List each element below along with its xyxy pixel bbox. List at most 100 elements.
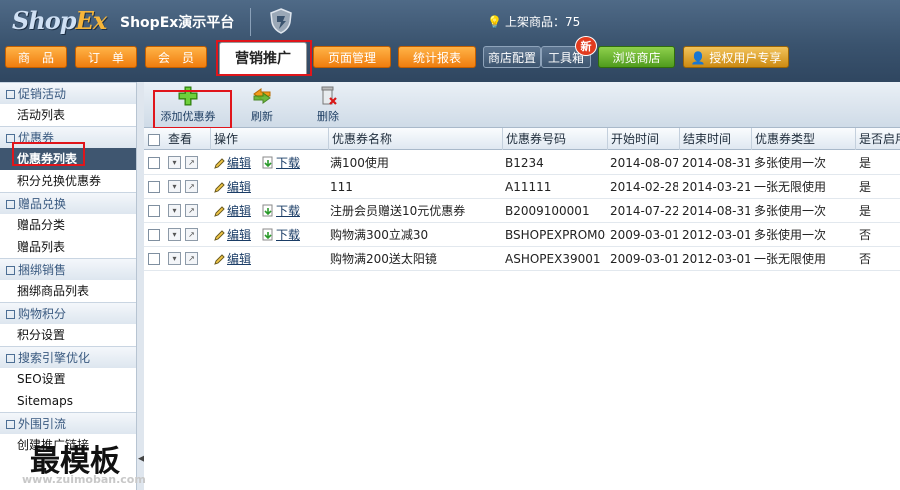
nav-browse-store[interactable]: 浏览商店: [598, 46, 675, 68]
main-panel: 添加优惠券 刷新 删除 查看 操作 优惠券名称 优惠券号码 开始时间 结束时间 …: [144, 82, 900, 490]
sidebar-group-gifts[interactable]: 赠品兑换: [0, 192, 136, 214]
expand-dropdown-icon[interactable]: ▾: [168, 204, 181, 217]
collapse-box-icon: [6, 354, 15, 363]
sidebar-item-points-coupon[interactable]: 积分兑换优惠券: [0, 170, 136, 192]
start-time: 2014-08-07: [610, 156, 678, 170]
shopex-logo[interactable]: ShopEx: [12, 6, 107, 35]
delete-icon: [321, 86, 337, 105]
coupon-code: ASHOPEX39001: [505, 252, 601, 266]
col-end-time[interactable]: 结束时间: [679, 128, 751, 150]
row-checkbox[interactable]: [148, 253, 160, 265]
sidebar-item-sitemaps[interactable]: Sitemaps: [0, 390, 136, 412]
edit-link[interactable]: 编辑: [214, 151, 251, 175]
sidebar-item-points-settings[interactable]: 积分设置: [0, 324, 136, 346]
open-window-icon[interactable]: ↗: [185, 204, 198, 217]
nav-orders[interactable]: 订 单: [75, 46, 137, 68]
sidebar-item-gift-category[interactable]: 赠品分类: [0, 214, 136, 236]
nav-products[interactable]: 商 品: [5, 46, 67, 68]
toolbar: 添加优惠券 刷新 删除: [144, 82, 900, 128]
edit-link[interactable]: 编辑: [214, 199, 251, 223]
row-checkbox[interactable]: [148, 157, 160, 169]
col-actions[interactable]: 操作: [210, 128, 328, 150]
open-window-icon[interactable]: ↗: [185, 180, 198, 193]
sidebar-group-seo[interactable]: 搜索引擎优化: [0, 346, 136, 368]
col-coupon-type[interactable]: 优惠券类型: [751, 128, 855, 150]
end-time: 2014-03-21: [682, 180, 750, 194]
row-checkbox[interactable]: [148, 229, 160, 241]
nav-pages[interactable]: 页面管理: [313, 46, 391, 68]
download-link[interactable]: 下载: [262, 223, 300, 247]
coupon-type: 一张无限使用: [754, 252, 827, 266]
end-time: 2014-08-31: [682, 156, 750, 170]
edit-link[interactable]: 编辑: [214, 247, 251, 271]
collapse-box-icon: [6, 420, 15, 429]
end-time: 2012-03-01: [682, 228, 750, 242]
row-checkbox[interactable]: [148, 205, 160, 217]
open-window-icon[interactable]: ↗: [185, 156, 198, 169]
expand-dropdown-icon[interactable]: ▾: [168, 228, 181, 241]
coupon-type: 多张使用一次: [754, 204, 827, 218]
refresh-icon: [253, 88, 271, 104]
coupon-name: 注册会员赠送10元优惠券: [330, 204, 466, 218]
download-link[interactable]: 下载: [262, 151, 300, 175]
sidebar-group-coupons[interactable]: 优惠券: [0, 126, 136, 148]
nav-reports[interactable]: 统计报表: [398, 46, 476, 68]
expand-dropdown-icon[interactable]: ▾: [168, 252, 181, 265]
coupon-type: 多张使用一次: [754, 156, 827, 170]
table-row[interactable]: ▾ ↗ 编辑 购物满200送太阳镜 ASHOPEX39001 2009-03-01 2012…: [144, 247, 900, 271]
start-time: 2009-03-01: [610, 228, 678, 242]
nav-authorized-users[interactable]: 👤 授权用户专享: [683, 46, 789, 68]
pencil-icon: [214, 182, 225, 193]
open-window-icon[interactable]: ↗: [185, 252, 198, 265]
sidebar-item-activity-list[interactable]: 活动列表: [0, 104, 136, 126]
pencil-icon: [214, 230, 225, 241]
sidebar-item-bundle-list[interactable]: 捆绑商品列表: [0, 280, 136, 302]
col-enabled[interactable]: 是否启用: [855, 128, 900, 150]
col-coupon-name[interactable]: 优惠券名称: [328, 128, 502, 150]
sidebar-item-coupon-list[interactable]: 优惠券列表: [0, 148, 136, 170]
edit-link[interactable]: 编辑: [214, 223, 251, 247]
delete-button[interactable]: 删除: [308, 86, 348, 124]
sidebar-group-promotions[interactable]: 促销活动: [0, 82, 136, 104]
collapse-box-icon: [6, 310, 15, 319]
col-coupon-code[interactable]: 优惠券号码: [502, 128, 607, 150]
listed-products-status: 💡 上架商品：75: [487, 15, 581, 29]
enabled-flag: 是: [859, 204, 872, 218]
coupon-name: 满100使用: [330, 156, 389, 170]
table-row[interactable]: ▾ ↗ 编辑 下载 注册会员赠送10元优惠券 B2009100001 2014-07-22 2…: [144, 199, 900, 223]
add-coupon-button[interactable]: 添加优惠券: [156, 86, 220, 124]
sidebar-splitter[interactable]: ◀: [136, 82, 145, 490]
col-view[interactable]: 查看: [165, 128, 210, 150]
row-checkbox[interactable]: [148, 181, 160, 193]
table-row[interactable]: ▾ ↗ 编辑 111 A11111 2014-02-28 2014-03-21 一张无限使用 是: [144, 175, 900, 199]
open-window-icon[interactable]: ↗: [185, 228, 198, 241]
col-start-time[interactable]: 开始时间: [607, 128, 679, 150]
edit-link[interactable]: 编辑: [214, 175, 251, 199]
pencil-icon: [214, 158, 225, 169]
table-row[interactable]: ▾ ↗ 编辑 下载 购物满300立减30 BSHOPEXPROM00 2009-03-01 2…: [144, 223, 900, 247]
sidebar: 促销活动 活动列表 优惠券 优惠券列表 积分兑换优惠券 赠品兑换 赠品分类 赠品…: [0, 82, 136, 490]
sidebar-group-points[interactable]: 购物积分: [0, 302, 136, 324]
enabled-flag: 是: [859, 156, 872, 170]
coupon-code: B1234: [505, 156, 544, 170]
collapse-box-icon: [6, 90, 15, 99]
start-time: 2014-02-28: [610, 180, 678, 194]
table-row[interactable]: ▾ ↗ 编辑 下载 满100使用 B1234 2014-08-07 2014-08-31 多张使…: [144, 151, 900, 175]
expand-dropdown-icon[interactable]: ▾: [168, 180, 181, 193]
download-link[interactable]: 下载: [262, 199, 300, 223]
start-time: 2009-03-01: [610, 252, 678, 266]
nav-store-config[interactable]: 商店配置: [483, 46, 541, 68]
nav-marketing[interactable]: 营销推广: [219, 42, 307, 76]
sidebar-group-traffic[interactable]: 外围引流: [0, 412, 136, 434]
sidebar-group-bundles[interactable]: 捆绑销售: [0, 258, 136, 280]
nav-members[interactable]: 会 员: [145, 46, 207, 68]
coupon-type: 一张无限使用: [754, 180, 827, 194]
refresh-button[interactable]: 刷新: [242, 86, 282, 124]
sidebar-item-seo-settings[interactable]: SEO设置: [0, 368, 136, 390]
select-all-checkbox[interactable]: [148, 134, 160, 146]
expand-dropdown-icon[interactable]: ▾: [168, 156, 181, 169]
sidebar-item-gift-list[interactable]: 赠品列表: [0, 236, 136, 258]
watermark-url: www.zuimoban.com: [22, 473, 146, 486]
collapse-box-icon: [6, 200, 15, 209]
coupon-code: B2009100001: [505, 204, 590, 218]
